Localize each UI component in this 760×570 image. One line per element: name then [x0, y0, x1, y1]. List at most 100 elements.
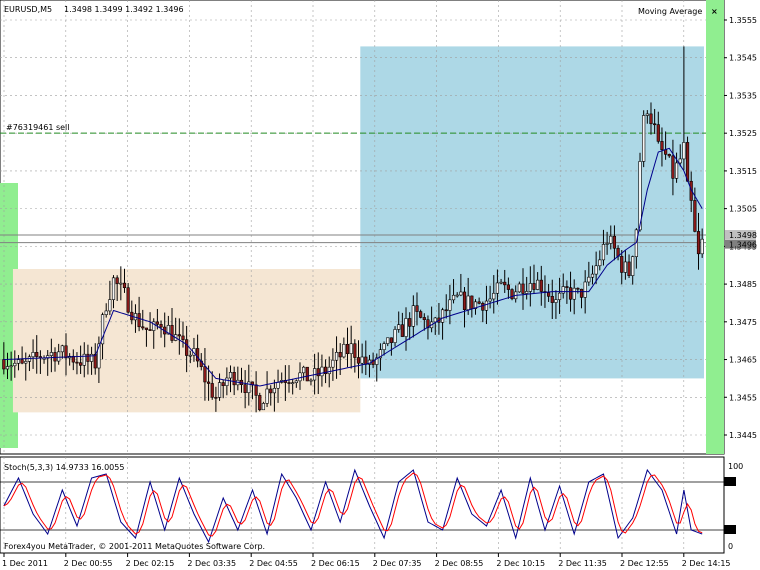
candle[interactable]	[298, 372, 302, 382]
candle[interactable]	[433, 317, 437, 323]
candle[interactable]	[642, 115, 646, 162]
candle[interactable]	[86, 353, 90, 362]
candle[interactable]	[671, 155, 675, 179]
candle[interactable]	[466, 295, 470, 310]
candle[interactable]	[122, 282, 127, 289]
candle[interactable]	[411, 305, 415, 327]
candle[interactable]	[89, 353, 94, 362]
candle[interactable]	[349, 343, 353, 355]
candle[interactable]	[700, 238, 704, 255]
candle[interactable]	[345, 343, 350, 355]
candle[interactable]	[316, 368, 320, 377]
candle[interactable]	[170, 325, 174, 341]
candle[interactable]	[517, 283, 521, 293]
candle[interactable]	[506, 284, 510, 290]
candle[interactable]	[408, 318, 412, 327]
candle[interactable]	[645, 113, 649, 116]
candle[interactable]	[583, 281, 587, 298]
candle[interactable]	[342, 343, 346, 358]
candle[interactable]	[155, 321, 159, 325]
candle[interactable]	[594, 265, 598, 275]
candle[interactable]	[93, 353, 97, 369]
candle[interactable]	[265, 388, 269, 404]
candle[interactable]	[612, 235, 617, 249]
candle[interactable]	[104, 310, 108, 315]
candle[interactable]	[601, 244, 606, 261]
candle[interactable]	[532, 283, 536, 290]
candle[interactable]	[503, 281, 507, 286]
candle[interactable]	[393, 329, 397, 343]
candle[interactable]	[338, 351, 342, 358]
candle[interactable]	[627, 261, 631, 276]
candle[interactable]	[462, 291, 467, 310]
candle[interactable]	[528, 283, 532, 292]
candle[interactable]	[20, 359, 24, 364]
candle[interactable]	[459, 291, 463, 296]
candle[interactable]	[331, 359, 335, 368]
candle[interactable]	[609, 235, 613, 244]
time-axis[interactable]: 1 Dec 2011 2 Dec 00:55 2 Dec 02:15 2 Dec 03…	[2, 553, 731, 568]
candle[interactable]	[539, 279, 543, 292]
candle[interactable]	[397, 324, 401, 330]
candle[interactable]	[291, 382, 295, 385]
candle[interactable]	[119, 282, 123, 285]
candle[interactable]	[272, 387, 276, 394]
candle[interactable]	[203, 366, 207, 383]
candle[interactable]	[31, 352, 35, 358]
candle[interactable]	[356, 357, 361, 364]
candle[interactable]	[126, 287, 130, 313]
candle[interactable]	[631, 256, 635, 276]
candle[interactable]	[649, 113, 653, 125]
candle[interactable]	[656, 124, 660, 142]
candle[interactable]	[664, 149, 668, 155]
candle[interactable]	[5, 366, 10, 370]
candle[interactable]	[327, 366, 331, 375]
candle[interactable]	[561, 286, 565, 294]
candle[interactable]	[419, 311, 423, 318]
candle[interactable]	[159, 324, 163, 328]
candle[interactable]	[470, 295, 474, 309]
candle[interactable]	[57, 351, 61, 362]
candle[interactable]	[254, 384, 258, 396]
candle[interactable]	[111, 277, 116, 300]
candle[interactable]	[9, 365, 13, 368]
candle[interactable]	[49, 352, 53, 356]
candle[interactable]	[554, 299, 558, 303]
candle[interactable]	[206, 381, 211, 384]
candle[interactable]	[422, 317, 426, 320]
candle[interactable]	[667, 154, 671, 157]
candle[interactable]	[64, 345, 68, 359]
close-icon[interactable]: ×	[711, 7, 718, 16]
candle[interactable]	[334, 351, 339, 361]
candle[interactable]	[587, 276, 591, 283]
candle[interactable]	[521, 283, 525, 294]
candle[interactable]	[210, 383, 214, 398]
candle[interactable]	[35, 352, 39, 357]
candle[interactable]	[557, 292, 562, 300]
candle[interactable]	[576, 287, 580, 290]
candle[interactable]	[444, 309, 448, 312]
candle[interactable]	[188, 354, 192, 357]
candle[interactable]	[309, 379, 313, 382]
candle[interactable]	[320, 366, 324, 377]
candle[interactable]	[353, 343, 357, 358]
candle[interactable]	[228, 372, 233, 379]
candle[interactable]	[455, 294, 459, 297]
candle[interactable]	[678, 158, 682, 164]
candle[interactable]	[477, 301, 481, 304]
candle[interactable]	[24, 361, 28, 364]
candle[interactable]	[492, 292, 496, 300]
candle[interactable]	[547, 292, 551, 297]
candle[interactable]	[232, 372, 236, 386]
candle[interactable]	[682, 142, 686, 160]
candle[interactable]	[536, 279, 540, 290]
candle[interactable]	[400, 324, 404, 337]
candle[interactable]	[214, 396, 218, 399]
candle[interactable]	[605, 243, 609, 245]
candle[interactable]	[221, 382, 225, 387]
candle[interactable]	[305, 366, 309, 382]
candle[interactable]	[623, 261, 627, 273]
candle[interactable]	[225, 377, 229, 387]
candle[interactable]	[137, 313, 141, 328]
candle[interactable]	[440, 309, 445, 323]
